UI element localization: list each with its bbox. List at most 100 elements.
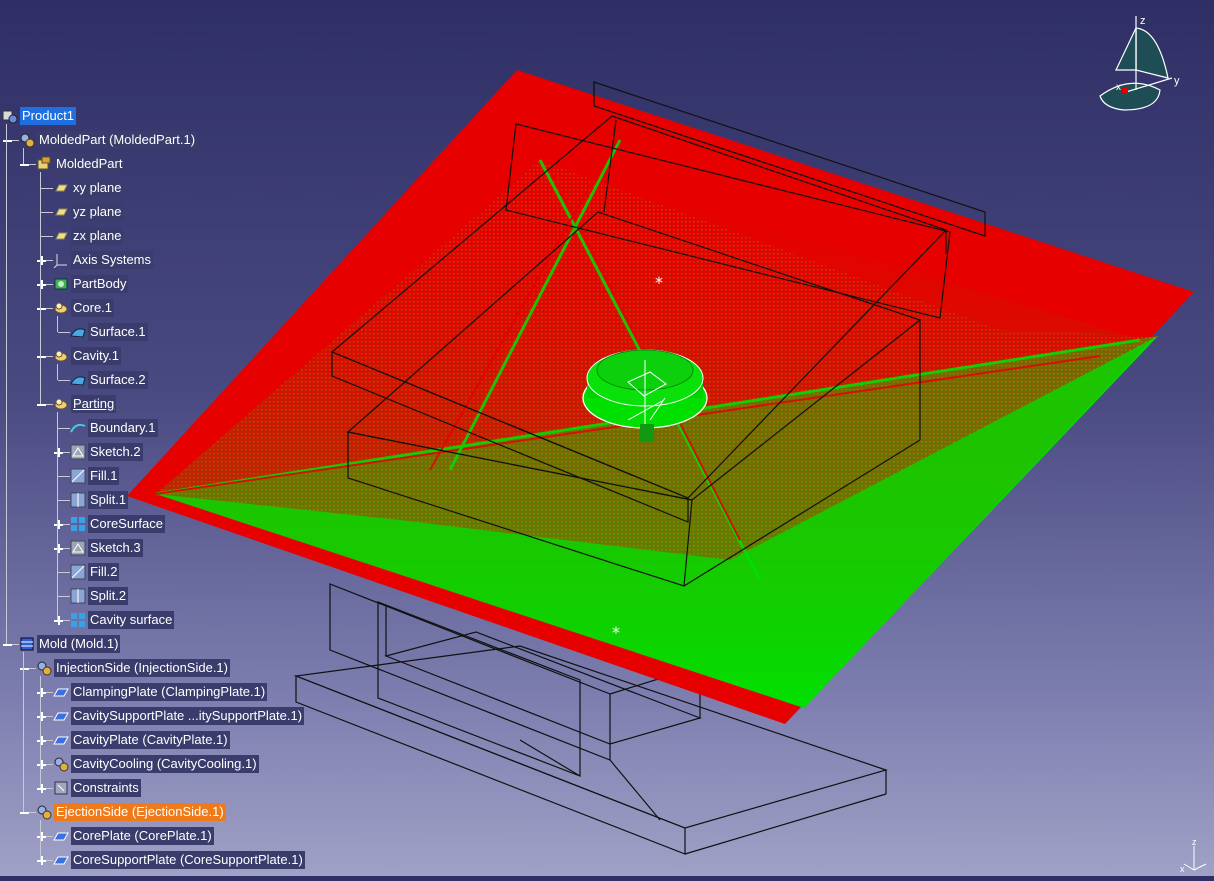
tree-connector	[58, 332, 70, 333]
plane-icon	[53, 204, 69, 220]
tree-connector	[57, 364, 58, 380]
component-icon	[53, 756, 69, 772]
tree-node-label: Fill.2	[88, 563, 120, 581]
tree-connector	[41, 212, 53, 213]
tree-node[interactable]: xy plane	[53, 178, 124, 198]
tree-node-label: CavityCooling (CavityCooling.1)	[71, 755, 259, 773]
tree-node-label: CavityPlate (CavityPlate.1)	[71, 731, 230, 749]
plate-icon	[53, 684, 69, 700]
tree-node-label: Mold (Mold.1)	[37, 635, 121, 653]
tree-node[interactable]: CavityPlate (CavityPlate.1)	[53, 730, 230, 750]
expand-icon[interactable]	[37, 256, 46, 265]
join-surface-icon	[70, 516, 86, 532]
part-icon	[36, 156, 52, 172]
tree-node[interactable]: Fill.1	[70, 466, 120, 486]
tree-node[interactable]: Split.1	[70, 490, 129, 510]
expand-icon[interactable]	[54, 520, 63, 529]
surface-icon	[70, 324, 86, 340]
tree-node-label: InjectionSide (InjectionSide.1)	[54, 659, 230, 677]
plate-icon	[53, 708, 69, 724]
tree-node-label: PartBody	[71, 275, 129, 293]
expand-icon[interactable]	[37, 760, 46, 769]
tree-node[interactable]: Surface.1	[70, 322, 148, 342]
origin-star-top: *	[655, 273, 663, 292]
sketch-icon	[70, 444, 86, 460]
fill-icon	[70, 468, 86, 484]
tree-node-label: Axis Systems	[71, 251, 154, 269]
tree-node[interactable]: CorePlate (CorePlate.1)	[53, 826, 214, 846]
tree-node[interactable]: Sketch.3	[70, 538, 143, 558]
tree-node[interactable]: PartBody	[53, 274, 129, 294]
expand-icon[interactable]	[54, 616, 63, 625]
collapse-icon[interactable]	[3, 136, 12, 145]
tree-node[interactable]: CoreSupportPlate (CoreSupportPlate.1)	[53, 850, 305, 870]
tree-connector	[57, 412, 58, 620]
tree-node[interactable]: Axis Systems	[53, 250, 154, 270]
tree-node[interactable]: Surface.2	[70, 370, 148, 390]
tree-node[interactable]: Mold (Mold.1)	[19, 634, 121, 654]
collapse-icon[interactable]	[37, 304, 46, 313]
tree-connector	[58, 380, 70, 381]
tree-node[interactable]: Fill.2	[70, 562, 120, 582]
tree-node[interactable]: Sketch.2	[70, 442, 143, 462]
plate-icon	[53, 732, 69, 748]
compass-widget[interactable]: z y x	[1094, 10, 1194, 120]
compass-xy-face	[1099, 82, 1161, 111]
tree-node[interactable]: CoreSurface	[70, 514, 165, 534]
axis-system-icon	[53, 252, 69, 268]
expand-icon[interactable]	[37, 688, 46, 697]
component-icon	[36, 660, 52, 676]
tree-node-label: CorePlate (CorePlate.1)	[71, 827, 214, 845]
tree-node[interactable]: CavityCooling (CavityCooling.1)	[53, 754, 259, 774]
tree-node[interactable]: InjectionSide (InjectionSide.1)	[36, 658, 230, 678]
collapse-icon[interactable]	[37, 400, 46, 409]
tree-node-label: Surface.1	[88, 323, 148, 341]
tree-node[interactable]: MoldedPart (MoldedPart.1)	[19, 130, 198, 150]
specification-tree[interactable]: Product1 MoldedPart (MoldedPart.1) MoldedP…	[0, 0, 340, 876]
tree-node-label: xy plane	[71, 179, 124, 197]
expand-icon[interactable]	[37, 280, 46, 289]
tree-node-label: CoreSupportPlate (CoreSupportPlate.1)	[71, 851, 305, 869]
expand-icon[interactable]	[37, 736, 46, 745]
tree-node[interactable]: zx plane	[53, 226, 124, 246]
boundary-icon	[70, 420, 86, 436]
mold-icon	[19, 636, 35, 652]
geometrical-set-icon	[53, 348, 69, 364]
collapse-icon[interactable]	[20, 808, 29, 817]
mini-axis-z-label: z	[1192, 837, 1197, 847]
tree-connector	[40, 172, 41, 404]
expand-icon[interactable]	[54, 544, 63, 553]
collapse-icon[interactable]	[37, 352, 46, 361]
expand-icon[interactable]	[54, 448, 63, 457]
component-icon	[19, 132, 35, 148]
tree-node[interactable]: ClampingPlate (ClampingPlate.1)	[53, 682, 268, 702]
tree-node[interactable]: Constraints	[53, 778, 141, 798]
tree-node-label: Boundary.1	[88, 419, 158, 437]
collapse-icon[interactable]	[20, 160, 29, 169]
collapse-icon[interactable]	[20, 664, 29, 673]
tree-node-label: CavitySupportPlate ...itySupportPlate.1)	[71, 707, 305, 725]
expand-icon[interactable]	[37, 856, 46, 865]
fill-icon	[70, 564, 86, 580]
tree-node-label: zx plane	[71, 227, 124, 245]
tree-node[interactable]: Boundary.1	[70, 418, 158, 438]
expand-icon[interactable]	[37, 832, 46, 841]
tree-node[interactable]: Parting	[53, 394, 117, 414]
tree-node[interactable]: MoldedPart	[36, 154, 125, 174]
geometrical-set-icon	[53, 300, 69, 316]
collapse-icon[interactable]	[3, 640, 12, 649]
expand-icon[interactable]	[37, 784, 46, 793]
tree-node[interactable]: CavitySupportPlate ...itySupportPlate.1)	[53, 706, 305, 726]
partbody-icon	[53, 276, 69, 292]
expand-icon[interactable]	[37, 712, 46, 721]
tree-node[interactable]: Cavity surface	[70, 610, 175, 630]
tree-node[interactable]: Split.2	[70, 586, 129, 606]
tree-node[interactable]: Cavity.1	[53, 346, 121, 366]
tree-node[interactable]: EjectionSide (EjectionSide.1)	[36, 802, 226, 822]
surface-icon	[70, 372, 86, 388]
tree-node[interactable]: Core.1	[53, 298, 115, 318]
tree-node[interactable]: yz plane	[53, 202, 124, 222]
tree-node[interactable]: Product1	[2, 106, 77, 126]
tree-connector	[23, 652, 24, 812]
compass-y-label: y	[1174, 75, 1180, 87]
